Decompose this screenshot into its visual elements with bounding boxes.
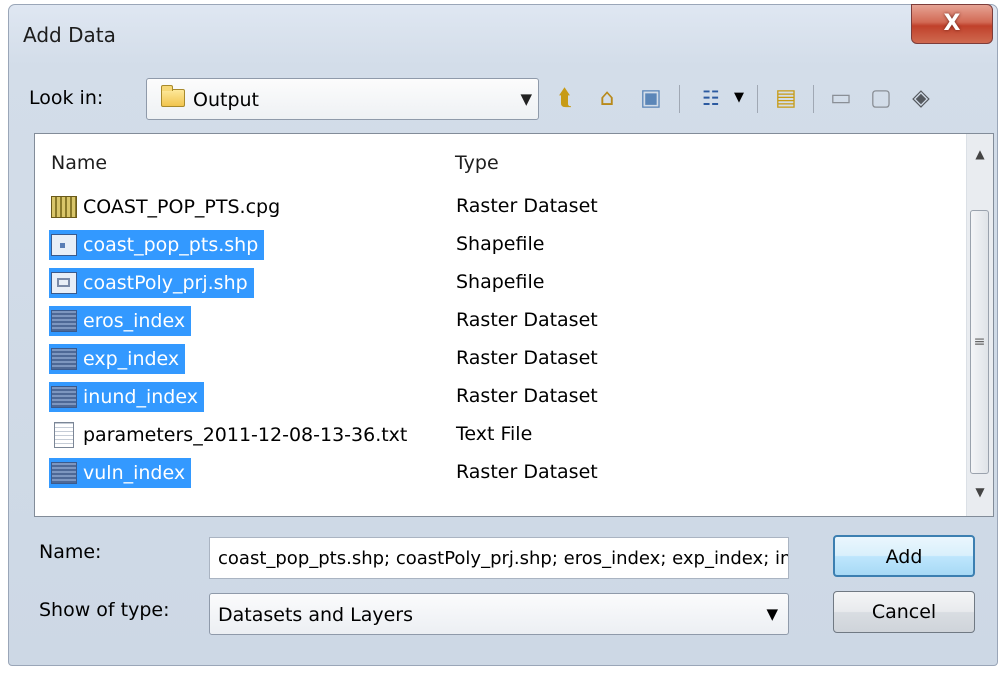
item-name: inund_index xyxy=(83,386,198,408)
look-in-value: Output xyxy=(193,89,259,111)
vertical-scrollbar[interactable]: ▲ ≡ ▼ xyxy=(966,134,993,516)
scroll-up-icon[interactable]: ▲ xyxy=(967,140,993,168)
folder-up-icon[interactable]: ⮬ xyxy=(549,83,581,113)
item-name: parameters_2011-12-08-13-36.txt xyxy=(83,424,408,446)
item-name: eros_index xyxy=(83,310,186,332)
item-type: Raster Dataset xyxy=(456,347,598,369)
item-name: COAST_POP_PTS.cpg xyxy=(83,196,281,218)
column-header-name[interactable]: Name xyxy=(51,152,107,174)
item-type: Raster Dataset xyxy=(456,461,598,483)
look-in-label: Look in: xyxy=(29,87,104,109)
raster-icon xyxy=(51,462,77,484)
catalog-icon[interactable]: ▣ xyxy=(635,83,667,113)
item-type: Raster Dataset xyxy=(456,385,598,407)
list-item[interactable]: coast_pop_pts.shp Shapefile xyxy=(49,228,949,262)
list-item[interactable]: exp_index Raster Dataset xyxy=(49,342,949,376)
polygon-shapefile-icon xyxy=(51,272,77,294)
close-button[interactable]: X xyxy=(911,4,993,44)
list-item[interactable]: coastPoly_prj.shp Shapefile xyxy=(49,266,949,300)
scroll-down-icon[interactable]: ▼ xyxy=(967,478,993,506)
show-of-type-label: Show of type: xyxy=(39,599,170,621)
name-label: Name: xyxy=(39,541,102,563)
item-name: exp_index xyxy=(83,348,180,370)
disconnect-icon[interactable]: ▭ xyxy=(825,83,857,113)
add-button[interactable]: Add xyxy=(833,535,975,577)
chevron-down-icon: ▼ xyxy=(520,90,532,108)
list-item[interactable]: eros_index Raster Dataset xyxy=(49,304,949,338)
home-icon[interactable]: ⌂ xyxy=(591,83,623,113)
show-of-type-value: Datasets and Layers xyxy=(218,604,414,626)
connect-icon[interactable]: ◈ xyxy=(905,83,937,113)
raster-icon xyxy=(51,386,77,408)
list-item[interactable]: parameters_2011-12-08-13-36.txt Text Fil… xyxy=(49,418,949,452)
scrollbar-thumb[interactable]: ≡ xyxy=(970,210,989,474)
look-in-dropdown[interactable]: Output ▼ xyxy=(146,78,539,120)
chevron-down-icon[interactable]: ▼ xyxy=(729,83,749,113)
item-type: Raster Dataset xyxy=(456,195,598,217)
name-field[interactable]: coast_pop_pts.shp; coastPoly_prj.shp; er… xyxy=(209,537,789,579)
cancel-button[interactable]: Cancel xyxy=(833,591,975,633)
text-file-icon xyxy=(54,422,74,448)
add-data-dialog: Add Data X Look in: Output ▼ ⮬ ⌂ ▣ ☷ ▼ ▤… xyxy=(8,4,998,666)
column-header-type[interactable]: Type xyxy=(455,152,499,174)
title-bar: Add Data X xyxy=(9,4,997,63)
list-item[interactable]: COAST_POP_PTS.cpg Raster Dataset xyxy=(49,190,949,224)
folder-icon xyxy=(161,85,185,107)
item-type: Raster Dataset xyxy=(456,309,598,331)
chevron-down-icon: ▼ xyxy=(766,605,778,623)
toolbar-separator xyxy=(813,85,814,113)
toolbar-separator xyxy=(679,85,680,113)
item-name: coast_pop_pts.shp xyxy=(83,234,259,256)
item-name: coastPoly_prj.shp xyxy=(83,272,248,294)
toolbar-separator xyxy=(757,85,758,113)
file-list[interactable]: Name Type COAST_POP_PTS.cpg Raster Datas… xyxy=(34,133,994,517)
view-menu-icon[interactable]: ☷ xyxy=(693,83,729,113)
raster-icon xyxy=(51,348,77,370)
cube-icon[interactable]: ▢ xyxy=(865,83,897,113)
window-title: Add Data xyxy=(23,23,116,47)
item-type: Text File xyxy=(456,423,533,445)
item-name: vuln_index xyxy=(83,462,186,484)
item-type: Shapefile xyxy=(456,233,545,255)
new-folder-icon[interactable]: ▤ xyxy=(769,83,803,113)
raster-icon xyxy=(51,310,77,332)
show-of-type-dropdown[interactable]: Datasets and Layers ▼ xyxy=(209,593,789,635)
item-type: Shapefile xyxy=(456,271,545,293)
raster-icon xyxy=(51,196,77,218)
list-item[interactable]: inund_index Raster Dataset xyxy=(49,380,949,414)
list-item[interactable]: vuln_index Raster Dataset xyxy=(49,456,949,490)
point-shapefile-icon xyxy=(51,234,77,256)
